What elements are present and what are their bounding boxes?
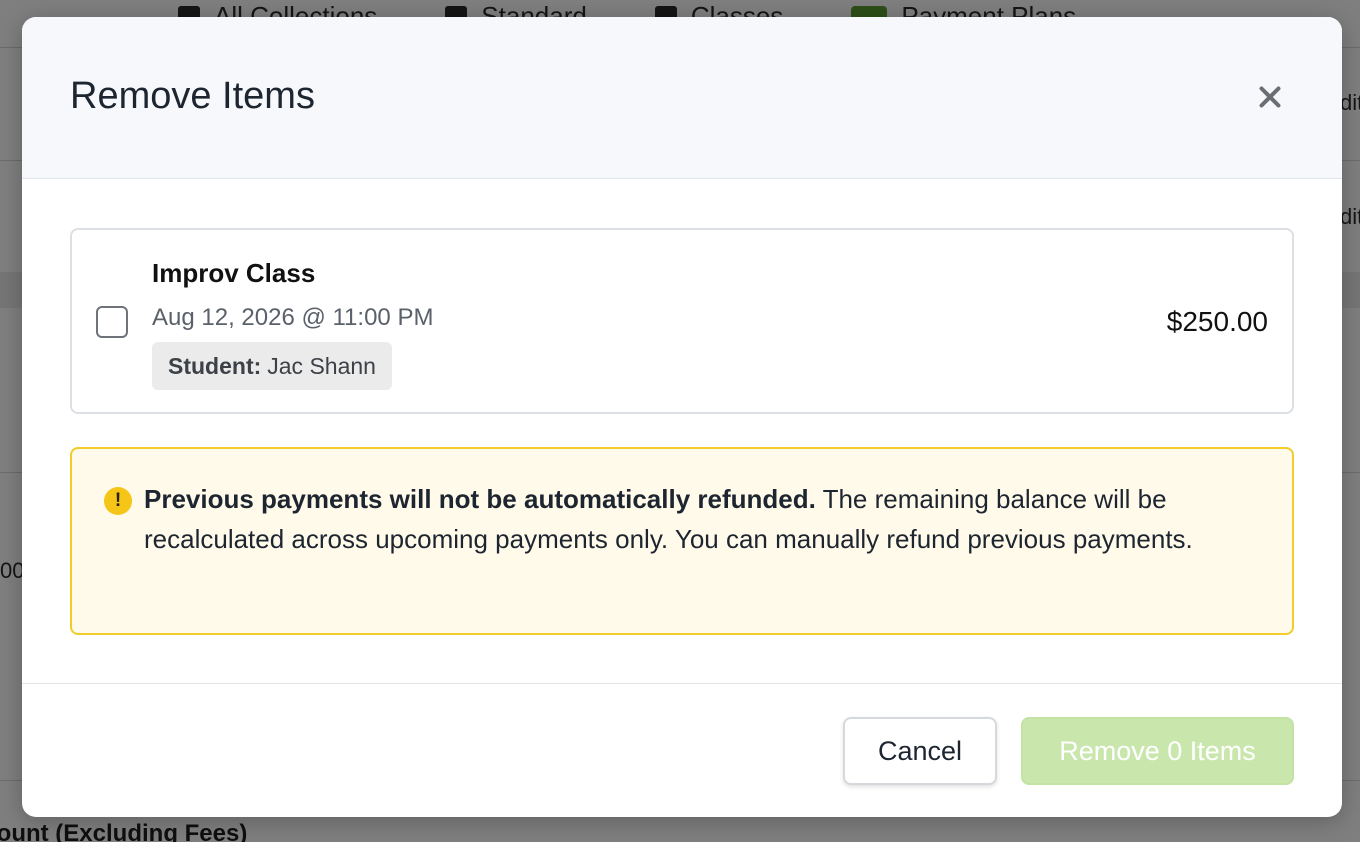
item-name: Improv Class — [152, 258, 316, 288]
item-checkbox[interactable] — [96, 306, 128, 338]
modal-header: Remove Items — [22, 17, 1342, 179]
remove-items-button[interactable]: Remove 0 Items — [1021, 717, 1294, 785]
remove-items-modal: Remove Items Improv Class Aug 12, 2026 @… — [22, 17, 1342, 817]
cancel-button[interactable]: Cancel — [843, 717, 997, 785]
student-label: Student: — [168, 352, 262, 379]
list-item: Improv Class Aug 12, 2026 @ 11:00 PM Stu… — [70, 228, 1294, 414]
warning-alert: ! Previous payments will not be automati… — [70, 447, 1294, 635]
item-price: $250.00 — [1166, 306, 1268, 337]
close-icon[interactable] — [1254, 81, 1286, 113]
student-badge: Student: Jac Shann — [152, 342, 392, 390]
item-date: Aug 12, 2026 @ 11:00 PM — [152, 304, 434, 331]
footer-divider — [22, 683, 1342, 684]
student-name: Jac Shann — [267, 352, 376, 379]
warning-bold-text: Previous payments will not be automatica… — [144, 484, 816, 514]
warning-text: Previous payments will not be automatica… — [144, 479, 1264, 559]
exclamation-icon: ! — [104, 487, 132, 515]
modal-title: Remove Items — [70, 75, 315, 117]
